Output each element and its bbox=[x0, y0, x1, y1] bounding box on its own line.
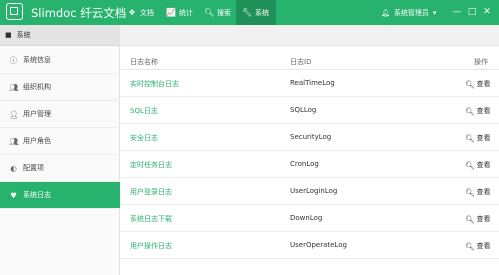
nav-stats-label: 统计 bbox=[179, 8, 193, 17]
top-bar: Slimdoc 纤云文档 ❖ 文档 📈 统计 🔍︎ 搜索 🔧︎ 系统 🔔︎ 系统… bbox=[0, 0, 499, 25]
chevron-down-icon: ▾ bbox=[432, 8, 437, 17]
logo-icon bbox=[6, 3, 23, 20]
log-id: SecurityLog bbox=[290, 133, 332, 141]
sidebar-item-label: 配置项 bbox=[23, 164, 44, 172]
log-name-link[interactable]: 定时任务日志 bbox=[130, 160, 172, 170]
search-icon: 🔍︎ bbox=[465, 106, 475, 116]
view-button[interactable]: 🔍︎ 查看 bbox=[465, 106, 491, 116]
sidebar-item-label: 组织机构 bbox=[23, 83, 51, 91]
info-icon: ⓘ bbox=[9, 55, 18, 65]
app-title: Slimdoc 纤云文档 bbox=[31, 6, 127, 20]
sidebar-item-label: 用户角色 bbox=[23, 137, 51, 145]
log-id: UserOperateLog bbox=[290, 241, 347, 249]
toggle-icon: ◐ bbox=[10, 163, 17, 173]
content-toolbar bbox=[120, 25, 499, 46]
table-row: SQL日志 SQLLog 🔍︎ 查看 bbox=[120, 97, 499, 124]
view-button[interactable]: 🔍︎ 查看 bbox=[465, 241, 491, 251]
sidebar-item-system-info[interactable]: ⓘ 系统信息 bbox=[0, 47, 120, 74]
log-id: UserLoginLog bbox=[290, 187, 338, 195]
users-icon: 👥︎ bbox=[9, 136, 19, 146]
folder-icon: ■ bbox=[5, 31, 12, 39]
log-id: DownLog bbox=[290, 214, 323, 222]
sidebar-item-label: 用户管理 bbox=[23, 110, 51, 118]
sidebar-header-label: 系统 bbox=[16, 31, 31, 39]
log-name-link[interactable]: 实时控制台日志 bbox=[130, 79, 179, 89]
search-icon: 🔍︎ bbox=[204, 8, 215, 17]
table-row: 用户登录日志 UserLoginLog 🔍︎ 查看 bbox=[120, 178, 499, 205]
nav-stats[interactable]: 📈 统计 bbox=[166, 0, 196, 25]
table-row: 定时任务日志 CronLog 🔍︎ 查看 bbox=[120, 151, 499, 178]
nav-docs-label: 文档 bbox=[140, 8, 154, 17]
view-label: 查看 bbox=[476, 107, 491, 115]
wrench-icon: 🔧︎ bbox=[242, 8, 253, 17]
log-name-link[interactable]: 安全日志 bbox=[130, 133, 158, 143]
user-menu[interactable]: 🔔︎ 系统管理员 ▾ bbox=[381, 0, 436, 25]
nav-search[interactable]: 🔍︎ 搜索 bbox=[204, 0, 234, 25]
main-content: 日志名称 日志ID 操作 实时控制台日志 RealTimeLog 🔍︎ 查看 SQ… bbox=[120, 25, 499, 275]
sidebar-item-system-logs[interactable]: ♥ 系统日志 bbox=[0, 182, 120, 209]
sidebar-item-organization[interactable]: 👥︎ 组织机构 bbox=[0, 74, 120, 101]
heartbeat-icon: ♥ bbox=[10, 190, 17, 200]
maximize-button[interactable]: □ bbox=[467, 6, 477, 18]
search-icon: 🔍︎ bbox=[465, 214, 475, 224]
nav-system-label: 系统 bbox=[255, 8, 269, 17]
log-name-link[interactable]: 用户登录日志 bbox=[130, 187, 172, 197]
log-id: RealTimeLog bbox=[290, 79, 335, 87]
sidebar-item-config[interactable]: ◐ 配置项 bbox=[0, 155, 120, 182]
view-button[interactable]: 🔍︎ 查看 bbox=[465, 187, 491, 197]
view-label: 查看 bbox=[476, 242, 491, 250]
search-icon: 🔍︎ bbox=[465, 241, 475, 251]
search-icon: 🔍︎ bbox=[465, 79, 475, 89]
view-label: 查看 bbox=[476, 188, 491, 196]
view-button[interactable]: 🔍︎ 查看 bbox=[465, 79, 491, 89]
sidebar-item-user-roles[interactable]: 👥︎ 用户角色 bbox=[0, 128, 120, 155]
sidebar-item-user-management[interactable]: 👤︎ 用户管理 bbox=[0, 101, 120, 128]
cubes-icon: ❖ bbox=[128, 8, 136, 17]
table-row: 用户操作日志 UserOperateLog 🔍︎ 查看 bbox=[120, 232, 499, 259]
log-id: SQLLog bbox=[290, 106, 317, 114]
table-row: 安全日志 SecurityLog 🔍︎ 查看 bbox=[120, 124, 499, 151]
user-name: 系统管理员 bbox=[393, 8, 429, 17]
column-header-name: 日志名称 bbox=[130, 58, 158, 66]
view-label: 查看 bbox=[476, 215, 491, 223]
log-name-link[interactable]: SQL日志 bbox=[130, 106, 158, 116]
log-name-link[interactable]: 用户操作日志 bbox=[130, 241, 172, 251]
view-label: 查看 bbox=[476, 161, 491, 169]
search-icon: 🔍︎ bbox=[465, 187, 475, 197]
log-id: CronLog bbox=[290, 160, 319, 168]
table-row: 实时控制台日志 RealTimeLog 🔍︎ 查看 bbox=[120, 70, 499, 97]
group-icon: 👥︎ bbox=[9, 82, 19, 92]
search-icon: 🔍︎ bbox=[465, 160, 475, 170]
search-icon: 🔍︎ bbox=[465, 133, 475, 143]
sidebar-item-label: 系统日志 bbox=[23, 191, 51, 199]
view-button[interactable]: 🔍︎ 查看 bbox=[465, 214, 491, 224]
chart-icon: 📈 bbox=[166, 8, 176, 17]
table-row: 系统日志下载 DownLog 🔍︎ 查看 bbox=[120, 205, 499, 232]
column-header-op: 操作 bbox=[474, 58, 488, 66]
log-name-link[interactable]: 系统日志下载 bbox=[130, 214, 172, 224]
sidebar-item-label: 系统信息 bbox=[23, 56, 51, 64]
view-button[interactable]: 🔍︎ 查看 bbox=[465, 160, 491, 170]
view-label: 查看 bbox=[476, 134, 491, 142]
minimize-button[interactable]: — bbox=[452, 6, 462, 18]
close-button[interactable]: ✕ bbox=[482, 6, 492, 18]
nav-system[interactable]: 🔧︎ 系统 bbox=[236, 0, 276, 25]
sidebar: ■ 系统 ⓘ 系统信息 👥︎ 组织机构 👤︎ 用户管理 👥︎ 用户角色 ◐ 配置… bbox=[0, 25, 120, 275]
view-label: 查看 bbox=[476, 80, 491, 88]
user-icon: 👤︎ bbox=[9, 109, 19, 119]
nav-docs[interactable]: ❖ 文档 bbox=[125, 0, 157, 25]
view-button[interactable]: 🔍︎ 查看 bbox=[465, 133, 491, 143]
sidebar-header: ■ 系统 bbox=[0, 25, 120, 46]
bell-icon: 🔔︎ bbox=[381, 8, 390, 17]
column-header-id: 日志ID bbox=[290, 58, 312, 66]
nav-search-label: 搜索 bbox=[217, 8, 231, 17]
